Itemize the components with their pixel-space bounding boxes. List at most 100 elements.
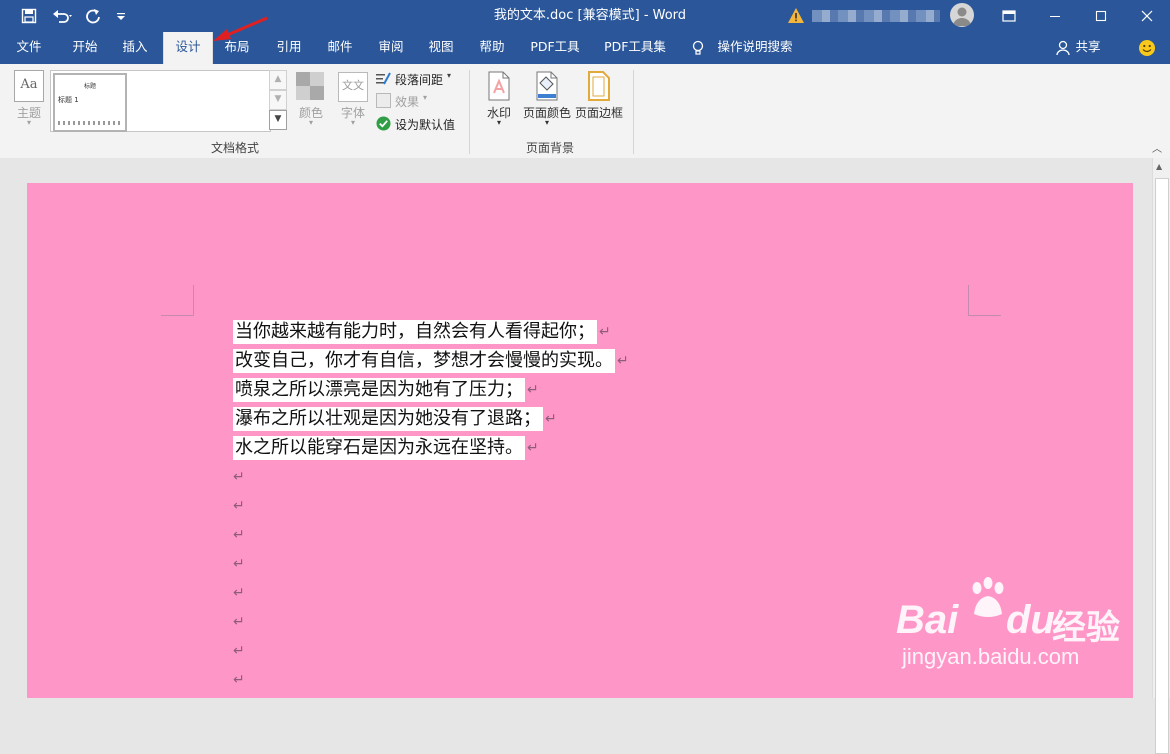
window-title: 我的文本.doc [兼容模式] - Word	[493, 8, 687, 23]
group-separator	[469, 70, 470, 154]
check-circle-icon	[376, 116, 391, 131]
tab-view[interactable]: 视图	[418, 32, 464, 64]
baidu-url-text: jingyan.baidu.com	[902, 644, 1080, 669]
empty-paragraph[interactable]: ↵	[231, 465, 245, 489]
text-line[interactable]: 改变自己，你才有自信，梦想才会慢慢的实现。 ↵	[233, 349, 629, 373]
baidu-brand-text-2: du	[1006, 598, 1055, 642]
text-line[interactable]: 瀑布之所以壮观是因为她没有了退路； ↵	[233, 407, 557, 431]
paragraph-mark: ↵	[233, 643, 245, 659]
paragraph-mark: ↵	[233, 469, 245, 485]
colors-icon	[296, 72, 324, 100]
tab-home[interactable]: 开始	[62, 32, 108, 64]
colors-button[interactable]: 颜色 ▾	[294, 70, 328, 128]
vertical-scrollbar[interactable]: ▲	[1152, 158, 1170, 754]
customize-qat-chevron-down-icon[interactable]	[112, 0, 130, 32]
warning-icon[interactable]	[787, 7, 805, 25]
page-color-chevron-down-icon: ▾	[544, 118, 549, 127]
themes-chevron-down-icon: ▾	[26, 118, 31, 127]
tell-me-search[interactable]: 操作说明搜索	[712, 32, 798, 64]
watermark-button[interactable]: 水印 ▾	[480, 70, 518, 132]
style-set-thumbnail[interactable]: 标题 标题 1	[53, 73, 127, 132]
style-thumb-lines	[58, 121, 120, 125]
ribbon-display-options-icon[interactable]	[986, 0, 1032, 32]
baidu-paw-icon	[972, 577, 1004, 617]
page-borders-icon	[588, 71, 610, 101]
share-person-icon[interactable]	[1054, 32, 1072, 64]
smiley-feedback-icon[interactable]	[1136, 32, 1158, 64]
scroll-up-icon[interactable]: ▲	[1156, 162, 1162, 171]
page-color-button[interactable]: 页面颜色 ▾	[520, 70, 574, 132]
redo-icon[interactable]	[82, 0, 104, 32]
close-icon[interactable]	[1124, 0, 1170, 32]
scrollbar-thumb[interactable]	[1155, 178, 1169, 754]
gallery-up-icon[interactable]: ▲	[269, 70, 287, 90]
paragraph-spacing-label: 段落间距	[395, 73, 444, 87]
page-borders-label: 页面边框	[574, 106, 623, 120]
effects-button[interactable]: 效果 ▾	[375, 92, 455, 110]
baidu-watermark: Bai du 经验 jingyan.baidu.com	[896, 572, 1136, 672]
fonts-chevron-down-icon: ▾	[350, 118, 355, 127]
gallery-down-icon[interactable]: ▼	[269, 90, 287, 110]
minimize-icon[interactable]	[1032, 0, 1078, 32]
tab-review[interactable]: 审阅	[368, 32, 414, 64]
maximize-icon[interactable]	[1078, 0, 1124, 32]
style-thumb-heading: 标题 1	[58, 96, 79, 104]
paragraph-mark: ↵	[233, 498, 245, 514]
undo-icon[interactable]	[48, 0, 78, 32]
account-name-blurred	[812, 10, 940, 22]
fonts-button[interactable]: 文文 字体 ▾	[336, 70, 370, 128]
watermark-chevron-down-icon: ▾	[496, 118, 501, 127]
effects-icon	[376, 93, 391, 108]
paragraph-mark: ↵	[527, 382, 539, 398]
empty-paragraph[interactable]: ↵	[231, 668, 245, 692]
page-borders-button[interactable]: 页面边框	[574, 70, 624, 132]
tab-pdf-toolset[interactable]: PDF工具集	[596, 32, 674, 64]
red-arrow-annotation	[213, 16, 268, 41]
paragraph-mark: ↵	[233, 556, 245, 572]
group-document-formatting-label: 文档格式	[210, 141, 259, 155]
text-line-content: 喷泉之所以漂亮是因为她有了压力；	[233, 378, 525, 402]
paragraph-spacing-chevron-down-icon: ▾	[447, 71, 452, 80]
lightbulb-icon	[688, 32, 708, 64]
themes-button[interactable]: Aa 主题 ▾	[12, 70, 46, 127]
paragraph-mark: ↵	[545, 411, 557, 427]
save-icon[interactable]	[16, 0, 42, 32]
paragraph-spacing-button[interactable]: 段落间距 ▾	[375, 70, 465, 88]
paragraph-mark: ↵	[233, 585, 245, 601]
empty-paragraph[interactable]: ↵	[231, 610, 245, 634]
baidu-brand-text: Bai	[896, 598, 959, 642]
tab-file[interactable]: 文件	[6, 32, 52, 64]
empty-paragraph[interactable]: ↵	[231, 523, 245, 547]
text-line[interactable]: 当你越来越有能力时，自然会有人看得起你； ↵	[233, 320, 611, 344]
empty-paragraph[interactable]: ↵	[231, 581, 245, 605]
collapse-ribbon-icon[interactable]: ︿	[1150, 144, 1164, 156]
text-line[interactable]: 喷泉之所以漂亮是因为她有了压力； ↵	[233, 378, 539, 402]
paragraph-mark: ↵	[599, 324, 611, 340]
empty-paragraph[interactable]: ↵	[231, 552, 245, 576]
text-line-content: 当你越来越有能力时，自然会有人看得起你；	[233, 320, 597, 344]
account-avatar[interactable]	[950, 3, 974, 27]
tab-help[interactable]: 帮助	[469, 32, 515, 64]
gallery-scroll: ▲ ▼ ▼	[269, 70, 287, 130]
paragraph-mark: ↵	[233, 672, 245, 688]
text-line-content: 改变自己，你才有自信，梦想才会慢慢的实现。	[233, 349, 615, 373]
paragraph-mark: ↵	[617, 353, 629, 369]
set-as-default-button[interactable]: 设为默认值	[375, 115, 465, 133]
tab-mailings[interactable]: 邮件	[317, 32, 363, 64]
empty-paragraph[interactable]: ↵	[231, 639, 245, 663]
group-page-background-label: 页面背景	[525, 141, 574, 155]
paragraph-mark: ↵	[527, 440, 539, 456]
fonts-icon: 文文	[338, 72, 368, 102]
baidu-jingyan-text: 经验	[1052, 608, 1120, 648]
tab-pdf-tools[interactable]: PDF工具	[522, 32, 588, 64]
margin-corner-top-left	[161, 285, 194, 316]
gallery-more-icon[interactable]: ▼	[269, 110, 287, 130]
style-set-gallery[interactable]: 标题 标题 1	[50, 70, 271, 132]
empty-paragraph[interactable]: ↵	[231, 494, 245, 518]
paragraph-mark: ↵	[233, 527, 245, 543]
text-line[interactable]: 水之所以能穿石是因为永远在坚持。 ↵	[233, 436, 539, 460]
share-button[interactable]: 共享	[1072, 32, 1104, 64]
tab-insert[interactable]: 插入	[112, 32, 158, 64]
margin-corner-top-right	[968, 285, 1001, 316]
text-line-content: 水之所以能穿石是因为永远在坚持。	[233, 436, 525, 460]
